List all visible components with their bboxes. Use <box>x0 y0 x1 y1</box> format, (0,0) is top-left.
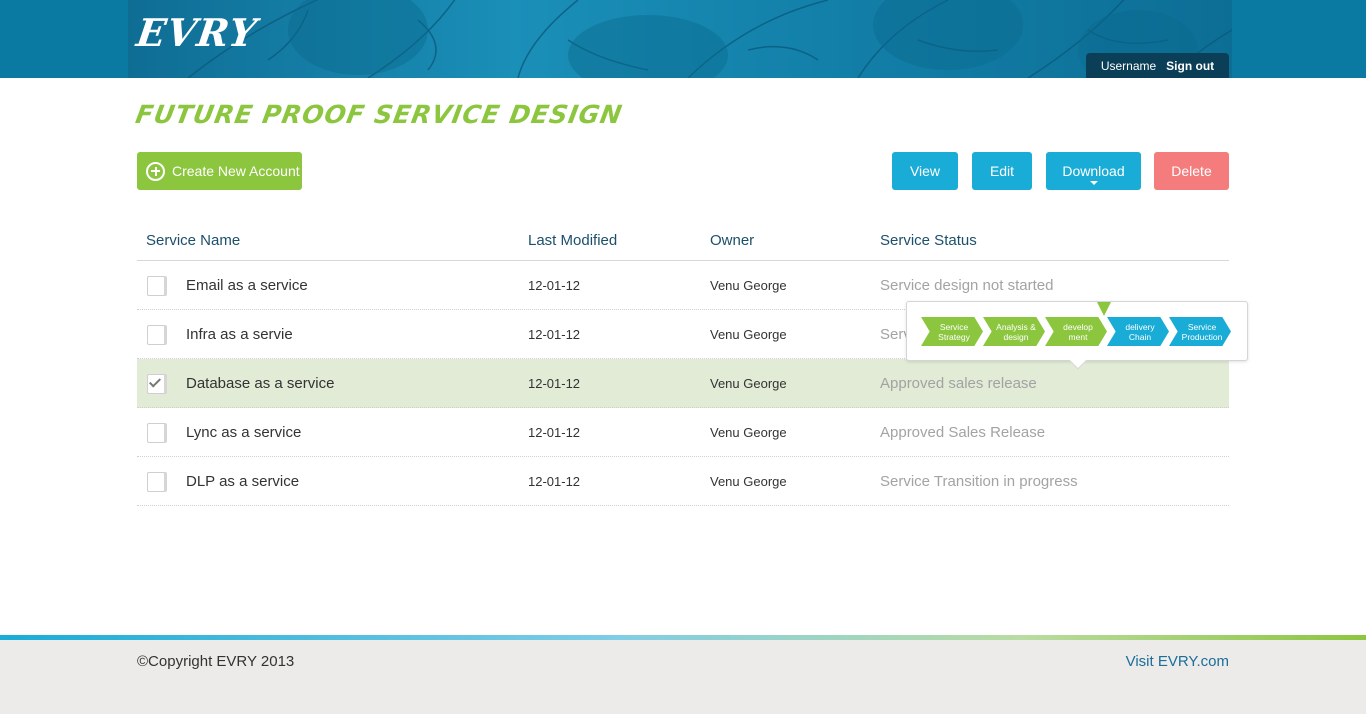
stage-service-production: Service Production <box>1169 317 1231 346</box>
service-name: Database as a service <box>186 375 335 392</box>
service-status: Approved Sales Release <box>880 424 1046 441</box>
username-label: Username <box>1100 58 1157 73</box>
last-modified: 12-01-12 <box>528 278 581 293</box>
service-stage-tooltip: Service Strategy Analysis & design devel… <box>906 301 1248 370</box>
current-stage-marker-icon <box>1097 302 1111 316</box>
owner: Venu George <box>710 474 787 489</box>
stage-analysis-design: Analysis & design <box>983 317 1045 346</box>
stage-service-strategy: Service Strategy <box>921 317 983 346</box>
evry-logo[interactable]: EVRY <box>134 10 260 55</box>
leaf-pattern-icon <box>187 0 1232 78</box>
row-checkbox[interactable] <box>147 472 167 492</box>
last-modified: 12-01-12 <box>528 474 581 489</box>
owner: Venu George <box>710 425 787 440</box>
service-name: DLP as a service <box>186 473 300 490</box>
create-new-account-button[interactable]: Create New Account <box>137 152 302 190</box>
owner: Venu George <box>710 376 787 391</box>
delete-button[interactable]: Delete <box>1154 152 1229 190</box>
edit-button[interactable]: Edit <box>972 152 1032 190</box>
last-modified: 12-01-12 <box>528 425 581 440</box>
row-checkbox[interactable] <box>147 276 167 296</box>
column-header-service-name[interactable]: Service Name <box>146 232 240 249</box>
column-header-last-modified[interactable]: Last Modified <box>528 232 617 249</box>
service-name: Email as a service <box>186 277 308 294</box>
view-button[interactable]: View <box>892 152 958 190</box>
sign-out-link[interactable]: Sign out <box>1166 59 1214 73</box>
service-status: Service Transition in progress <box>880 473 1078 490</box>
service-name: Lync as a service <box>186 424 302 441</box>
create-new-account-label: Create New Account <box>172 163 300 179</box>
page-title: FUTURE PROOF SERVICE DESIGN <box>133 100 625 129</box>
table-row[interactable]: Lync as a service 12-01-12 Venu George A… <box>137 408 1229 457</box>
download-button[interactable]: Download <box>1046 152 1141 190</box>
stage-development: develop ment <box>1045 317 1107 346</box>
checkmark-icon <box>148 375 162 388</box>
row-checkbox-checked[interactable] <box>147 374 167 394</box>
table-header: Service Name Last Modified Owner Service… <box>137 220 1229 261</box>
last-modified: 12-01-12 <box>528 327 581 342</box>
stage-delivery-chain: delivery Chain <box>1107 317 1169 346</box>
row-checkbox[interactable] <box>147 325 167 345</box>
row-checkbox[interactable] <box>147 423 167 443</box>
visit-evry-link[interactable]: Visit EVRY.com <box>1126 653 1229 670</box>
header: EVRY Username Sign out <box>0 0 1366 78</box>
table-row-selected[interactable]: Database as a service 12-01-12 Venu Geor… <box>137 359 1229 408</box>
caret-down-icon <box>1090 181 1098 185</box>
service-name: Infra as a servie <box>186 326 293 343</box>
service-status: Approved sales release <box>880 375 1037 392</box>
owner: Venu George <box>710 327 787 342</box>
copyright-text: ©Copyright EVRY 2013 <box>137 653 295 670</box>
footer: ©Copyright EVRY 2013 Visit EVRY.com <box>0 640 1366 714</box>
column-header-owner[interactable]: Owner <box>710 232 754 249</box>
table-row[interactable]: DLP as a service 12-01-12 Venu George Se… <box>137 457 1229 506</box>
plus-circle-icon <box>146 161 165 181</box>
download-label: Download <box>1062 163 1125 179</box>
user-bar: Username Sign out <box>1086 53 1229 78</box>
last-modified: 12-01-12 <box>528 376 581 391</box>
service-status: Service design not started <box>880 277 1054 294</box>
services-table: Service Name Last Modified Owner Service… <box>137 220 1229 506</box>
owner: Venu George <box>710 278 787 293</box>
header-banner-leaves <box>128 0 1232 78</box>
column-header-service-status[interactable]: Service Status <box>880 232 977 249</box>
